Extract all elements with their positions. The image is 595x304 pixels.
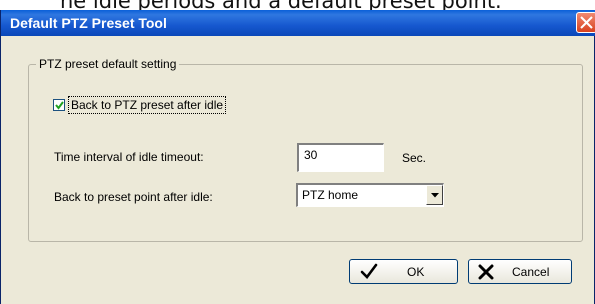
ok-label: OK [407, 265, 425, 279]
checkmark-icon [55, 101, 64, 110]
window-title: Default PTZ Preset Tool [10, 15, 167, 31]
preset-point-select[interactable]: PTZ home [296, 183, 444, 207]
preset-point-label: Back to preset point after idle: [54, 190, 213, 204]
cancel-button[interactable]: Cancel [468, 259, 572, 284]
ok-button[interactable]: OK [349, 259, 458, 284]
close-icon [580, 16, 593, 29]
close-button[interactable] [576, 12, 595, 33]
back-to-preset-label[interactable]: Back to PTZ preset after idle [68, 96, 227, 114]
cancel-x-icon [478, 264, 494, 280]
group-legend: PTZ preset default setting [36, 57, 180, 71]
back-to-preset-checkbox[interactable] [53, 99, 65, 111]
title-bar[interactable]: Default PTZ Preset Tool [1, 10, 595, 36]
preset-point-value: PTZ home [302, 188, 359, 202]
idle-timeout-input[interactable]: 30 [297, 143, 384, 172]
idle-timeout-unit: Sec. [402, 151, 427, 165]
checkmark-icon [360, 263, 378, 279]
idle-timeout-label: Time interval of idle timeout: [54, 150, 204, 164]
dropdown-arrow-button[interactable] [426, 185, 443, 205]
chevron-down-icon [431, 193, 439, 198]
cancel-label: Cancel [512, 265, 550, 279]
